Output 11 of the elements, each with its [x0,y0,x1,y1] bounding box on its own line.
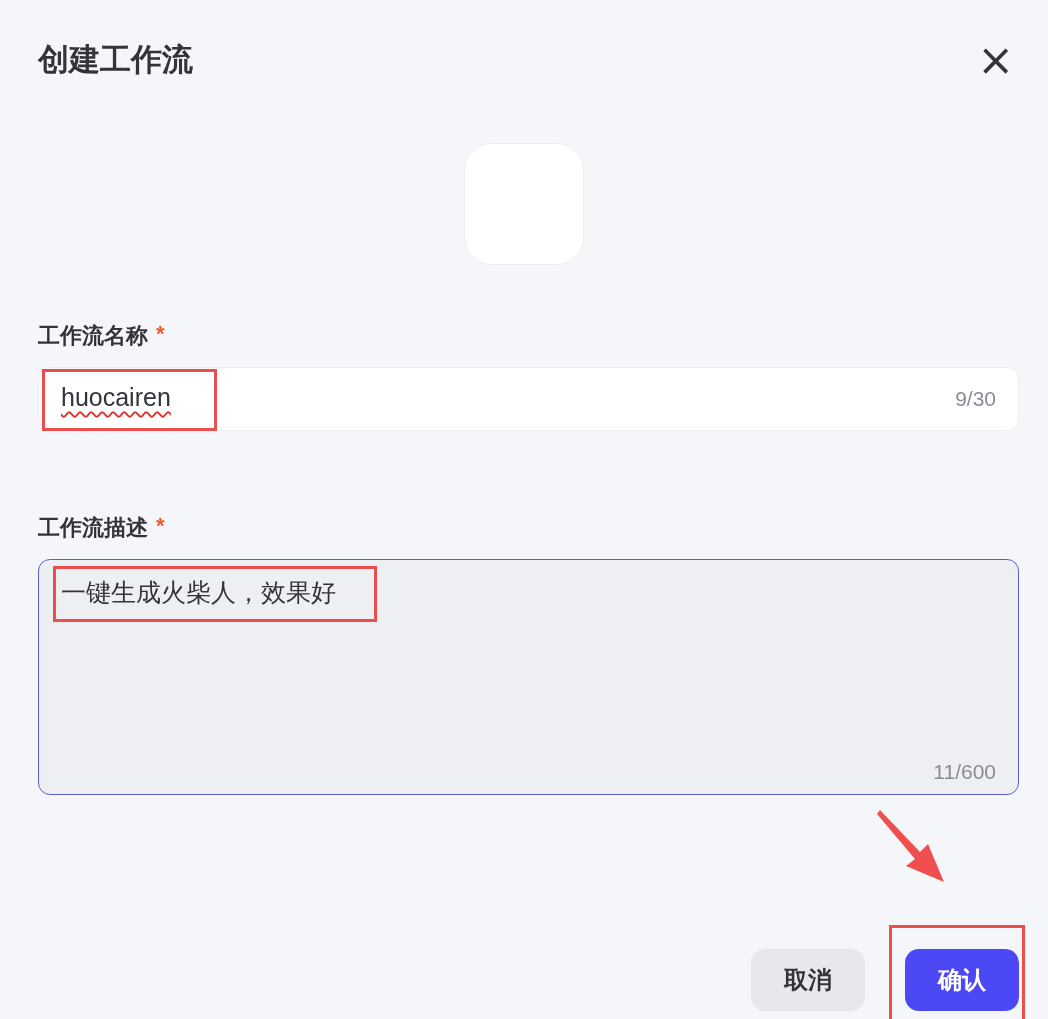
cancel-button[interactable]: 取消 [751,949,865,1011]
char-counter: 11/600 [933,760,996,784]
char-counter: 9/30 [955,387,996,411]
field-label: 工作流名称 * [38,321,166,350]
dialog-title: 创建工作流 [38,41,193,79]
name-input-field[interactable]: huocairen 9/30 [38,367,1019,431]
confirm-button[interactable]: 确认 [905,949,1019,1011]
arrow-icon [876,808,946,884]
close-button[interactable]: × [973,40,1018,80]
description-field[interactable]: 一键生成火柴人，效果好 11/600 [38,559,1019,795]
field-label: 工作流描述 * [38,513,166,542]
